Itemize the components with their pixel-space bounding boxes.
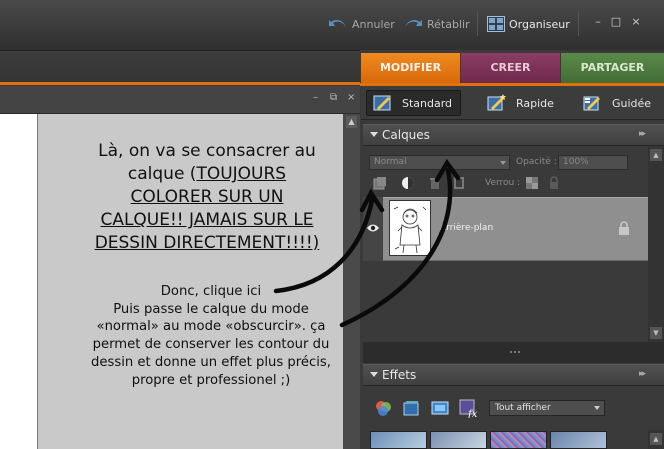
arrow-to-layer-tools — [273, 197, 375, 294]
arrow-to-blend-select — [339, 167, 453, 328]
annotation-arrows — [273, 158, 461, 328]
